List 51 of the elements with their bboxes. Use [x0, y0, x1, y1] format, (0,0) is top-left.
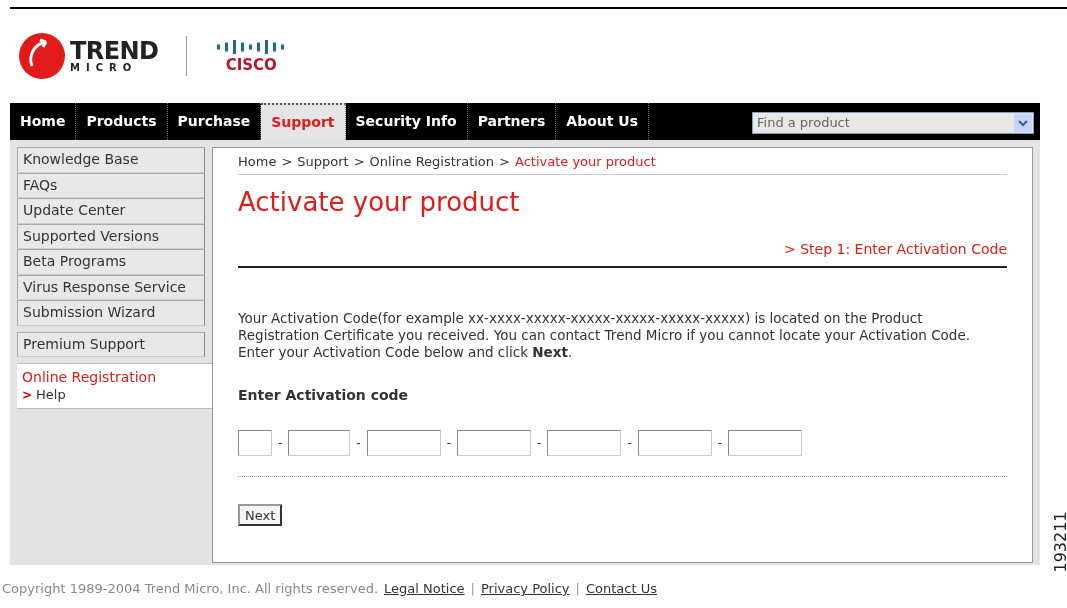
sidebar-link[interactable]: Online Registration	[22, 368, 207, 386]
step-label: > Step 1: Enter Activation Code	[784, 239, 1007, 259]
breadcrumb-separator: >	[281, 153, 293, 171]
code-field[interactable]	[637, 429, 712, 456]
breadcrumb-link[interactable]: Online Registration	[369, 152, 495, 172]
footer-link[interactable]: Contact Us	[585, 579, 657, 599]
code-field[interactable]	[457, 429, 532, 456]
chevron-marker: >	[22, 387, 33, 404]
code-separator: -	[627, 434, 632, 452]
code-separator: -	[446, 434, 452, 452]
next-button[interactable]: Next	[238, 503, 283, 526]
logo-subword: MICRO	[70, 63, 139, 73]
breadcrumb-link[interactable]: Support	[297, 152, 349, 172]
footer-link[interactable]: Legal Notice	[384, 579, 465, 599]
link-separator: |	[470, 580, 475, 598]
breadcrumb-separator: >	[353, 153, 365, 171]
sidebar-link[interactable]: FAQs	[17, 172, 205, 198]
product-select[interactable]: Find a product	[752, 112, 1034, 134]
logo-word: CISCO	[225, 57, 277, 73]
select-placeholder: Find a product	[756, 114, 851, 133]
code-separator: -	[717, 434, 723, 452]
code-field[interactable]	[728, 429, 803, 456]
nav-tab[interactable]: Support	[261, 103, 346, 140]
sidebar-sublink[interactable]: Help	[36, 386, 66, 404]
intro-paragraph: Your Activation Code(for example xx-xxxx-xxxxx-xxxxx-xxxxx-xxxxx-xxxxx) is located on the Product Registration Certificate you received. You can contact Trend Micro if you cannot locate your Activation Code. Enter your Activation Code below and click Next.	[238, 309, 971, 361]
logo-word: TREND	[70, 39, 159, 63]
breadcrumb-link[interactable]: Activate your product	[514, 152, 656, 172]
copyright-text: Copyright 1989-2004 Trend Micro, Inc. All rights reserved.	[2, 580, 379, 598]
breadcrumb-link[interactable]: Home	[238, 152, 277, 172]
sidebar-link[interactable]: Virus Response Service	[17, 274, 205, 300]
code-separator: -	[356, 434, 361, 452]
sidebar-link[interactable]: Update Center	[17, 198, 205, 224]
code-field[interactable]	[547, 429, 622, 456]
code-field[interactable]	[288, 429, 351, 456]
figure-number: 193211	[1049, 511, 1067, 573]
code-field[interactable]	[238, 429, 272, 456]
sidebar-link[interactable]: Premium Support	[17, 331, 205, 357]
chevron-down-icon	[1014, 114, 1032, 132]
sidebar-link[interactable]: Supported Versions	[17, 223, 205, 249]
code-separator: -	[278, 434, 283, 452]
page-title: Activate your product	[238, 185, 521, 219]
code-separator: -	[537, 434, 542, 452]
code-label: Enter Activation code	[238, 385, 410, 405]
breadcrumb-separator: >	[499, 153, 510, 171]
link-separator: |	[575, 580, 580, 598]
logo-ball-icon	[18, 32, 66, 80]
sidebar-link[interactable]: Submission Wizard	[17, 300, 205, 326]
code-field[interactable]	[366, 429, 441, 456]
sidebar-link[interactable]: Beta Programs	[17, 249, 205, 275]
sidebar-link[interactable]: Knowledge Base	[17, 147, 205, 173]
footer-link[interactable]: Privacy Policy	[480, 579, 570, 599]
